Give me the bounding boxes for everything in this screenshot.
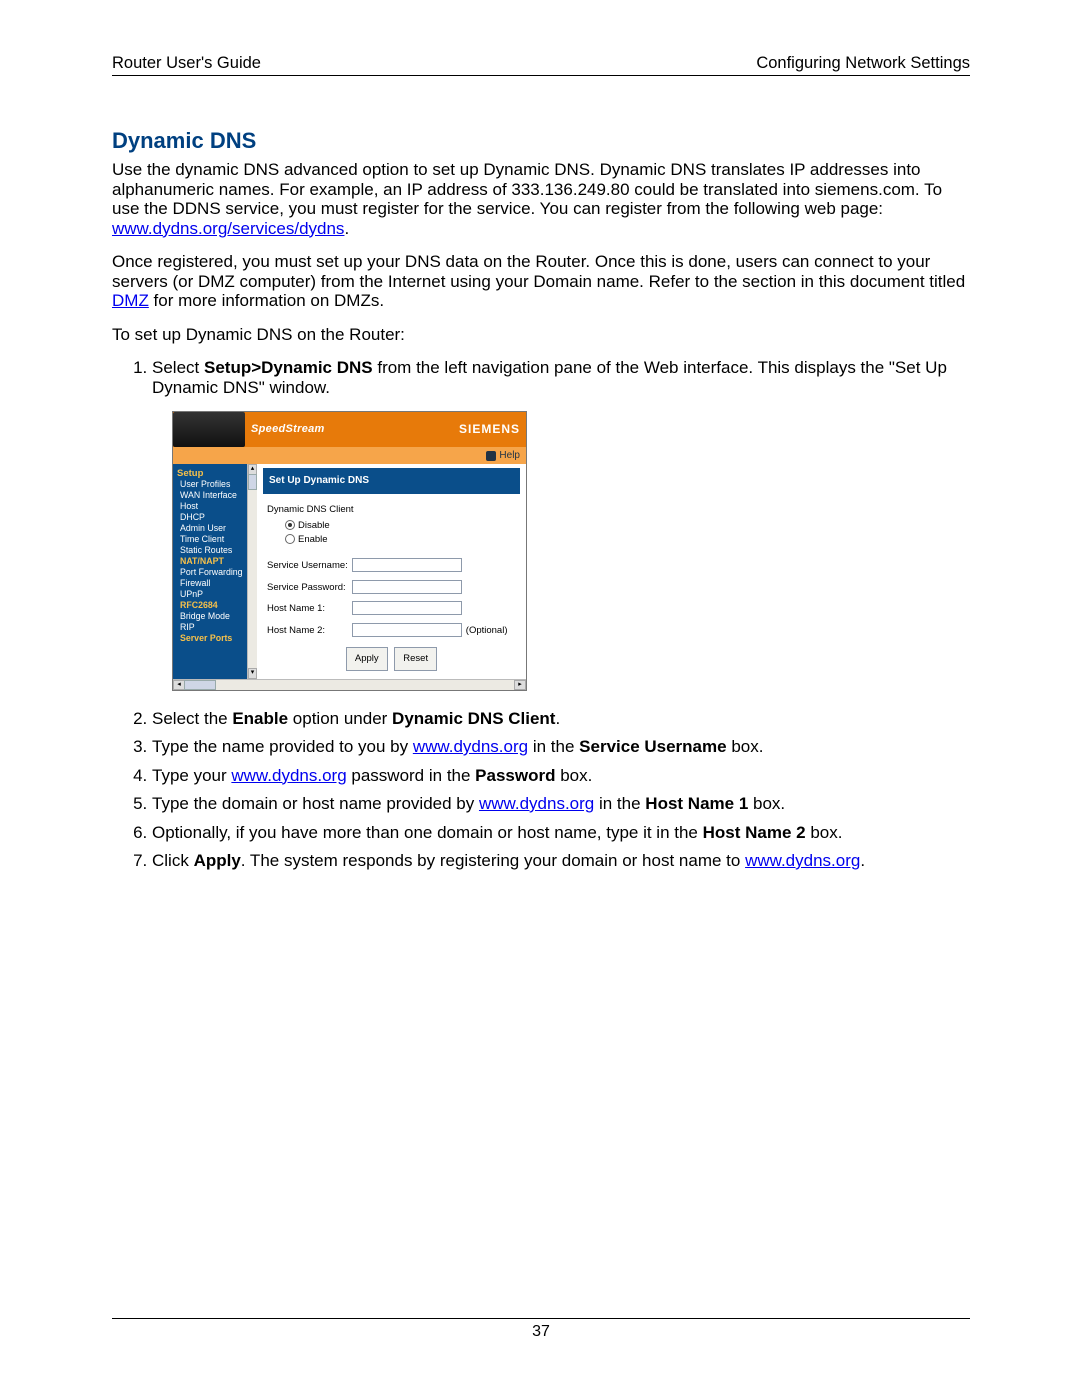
vertical-scrollbar[interactable]: ▴ ▾: [247, 464, 257, 679]
label-username: Service Username:: [265, 555, 350, 577]
nav-item[interactable]: Server Ports: [177, 633, 247, 644]
header-divider: [112, 75, 970, 76]
page-header: Router User's Guide Configuring Network …: [112, 54, 970, 75]
step-4: Type your www.dydns.org password in the …: [152, 766, 970, 786]
scroll-right-icon[interactable]: ▸: [514, 680, 526, 690]
label-host1: Host Name 1:: [265, 598, 350, 620]
step-7: Click Apply. The system responds by regi…: [152, 851, 970, 871]
optional-label: (Optional): [464, 620, 510, 642]
label-host2: Host Name 2:: [265, 620, 350, 642]
step-2: Select the Enable option under Dynamic D…: [152, 709, 970, 729]
section-title: Dynamic DNS: [112, 128, 970, 154]
nav-item[interactable]: WAN Interface: [177, 490, 247, 501]
step-1: Select Setup>Dynamic DNS from the left n…: [152, 358, 970, 691]
footer-divider: [112, 1318, 970, 1319]
help-link[interactable]: Help: [499, 446, 520, 466]
intro-paragraph-2: Once registered, you must set up your DN…: [112, 252, 970, 311]
nav-item[interactable]: Admin User: [177, 523, 247, 534]
router-image: [173, 412, 245, 447]
pane-title: Set Up Dynamic DNS: [263, 468, 520, 494]
dydns-services-link[interactable]: www.dydns.org/services/dydns: [112, 219, 344, 238]
ddns-client-group: Dynamic DNS Client Disable Enable: [267, 500, 520, 548]
dmz-link[interactable]: DMZ: [112, 291, 149, 310]
nav-item[interactable]: NAT/NAPT: [177, 556, 247, 567]
nav-item[interactable]: Port Forwarding: [177, 567, 247, 578]
apply-button[interactable]: Apply: [346, 647, 388, 671]
horizontal-scrollbar[interactable]: ◂ ▸: [173, 679, 526, 690]
intro-paragraph-3: To set up Dynamic DNS on the Router:: [112, 325, 970, 345]
radio-disable[interactable]: Disable: [285, 519, 520, 533]
nav-item[interactable]: Static Routes: [177, 545, 247, 556]
fields-table: Service Username: Service Password: Host…: [265, 555, 510, 641]
nav-item[interactable]: RFC2684: [177, 600, 247, 611]
steps-list: Select Setup>Dynamic DNS from the left n…: [112, 358, 970, 871]
dydns-link[interactable]: www.dydns.org: [745, 851, 860, 870]
shot-nav: Setup User Profiles WAN Interface Host D…: [173, 464, 247, 679]
scroll-down-icon[interactable]: ▾: [248, 668, 257, 679]
step-5: Type the domain or host name provided by…: [152, 794, 970, 814]
brand-label: SpeedStream: [251, 420, 325, 440]
reset-button[interactable]: Reset: [394, 647, 437, 671]
group-label: Dynamic DNS Client: [267, 500, 520, 520]
page-footer: 37: [112, 1318, 970, 1341]
step-3: Type the name provided to you by www.dyd…: [152, 737, 970, 757]
dydns-link[interactable]: www.dydns.org: [413, 737, 528, 756]
nav-item[interactable]: RIP: [177, 622, 247, 633]
nav-item[interactable]: DHCP: [177, 512, 247, 523]
input-username[interactable]: [352, 558, 462, 572]
siemens-logo: SIEMENS: [459, 420, 520, 440]
dynamic-dns-screenshot: SpeedStream SIEMENS Help Setup User Prof…: [172, 411, 527, 691]
shot-subbar: Help: [173, 447, 526, 464]
input-password[interactable]: [352, 580, 462, 594]
hscroll-thumb[interactable]: [184, 680, 216, 690]
intro-paragraph-1: Use the dynamic DNS advanced option to s…: [112, 160, 970, 238]
nav-item[interactable]: Time Client: [177, 534, 247, 545]
nav-item[interactable]: Firewall: [177, 578, 247, 589]
dydns-link[interactable]: www.dydns.org: [479, 794, 594, 813]
radio-enable[interactable]: Enable: [285, 533, 520, 547]
nav-item[interactable]: UPnP: [177, 589, 247, 600]
header-right: Configuring Network Settings: [756, 54, 970, 73]
nav-header: Setup: [177, 468, 247, 479]
nav-item[interactable]: User Profiles: [177, 479, 247, 490]
scroll-thumb[interactable]: [248, 474, 257, 490]
shot-pane: Set Up Dynamic DNS Dynamic DNS Client Di…: [257, 464, 526, 679]
page-number: 37: [532, 1323, 550, 1340]
help-icon: [486, 451, 496, 461]
input-host2[interactable]: [352, 623, 462, 637]
input-host1[interactable]: [352, 601, 462, 615]
nav-item[interactable]: Bridge Mode: [177, 611, 247, 622]
dydns-link[interactable]: www.dydns.org: [231, 766, 346, 785]
nav-item[interactable]: Host: [177, 501, 247, 512]
step-6: Optionally, if you have more than one do…: [152, 823, 970, 843]
header-left: Router User's Guide: [112, 54, 261, 73]
shot-banner: SpeedStream SIEMENS: [173, 412, 526, 447]
label-password: Service Password:: [265, 577, 350, 599]
